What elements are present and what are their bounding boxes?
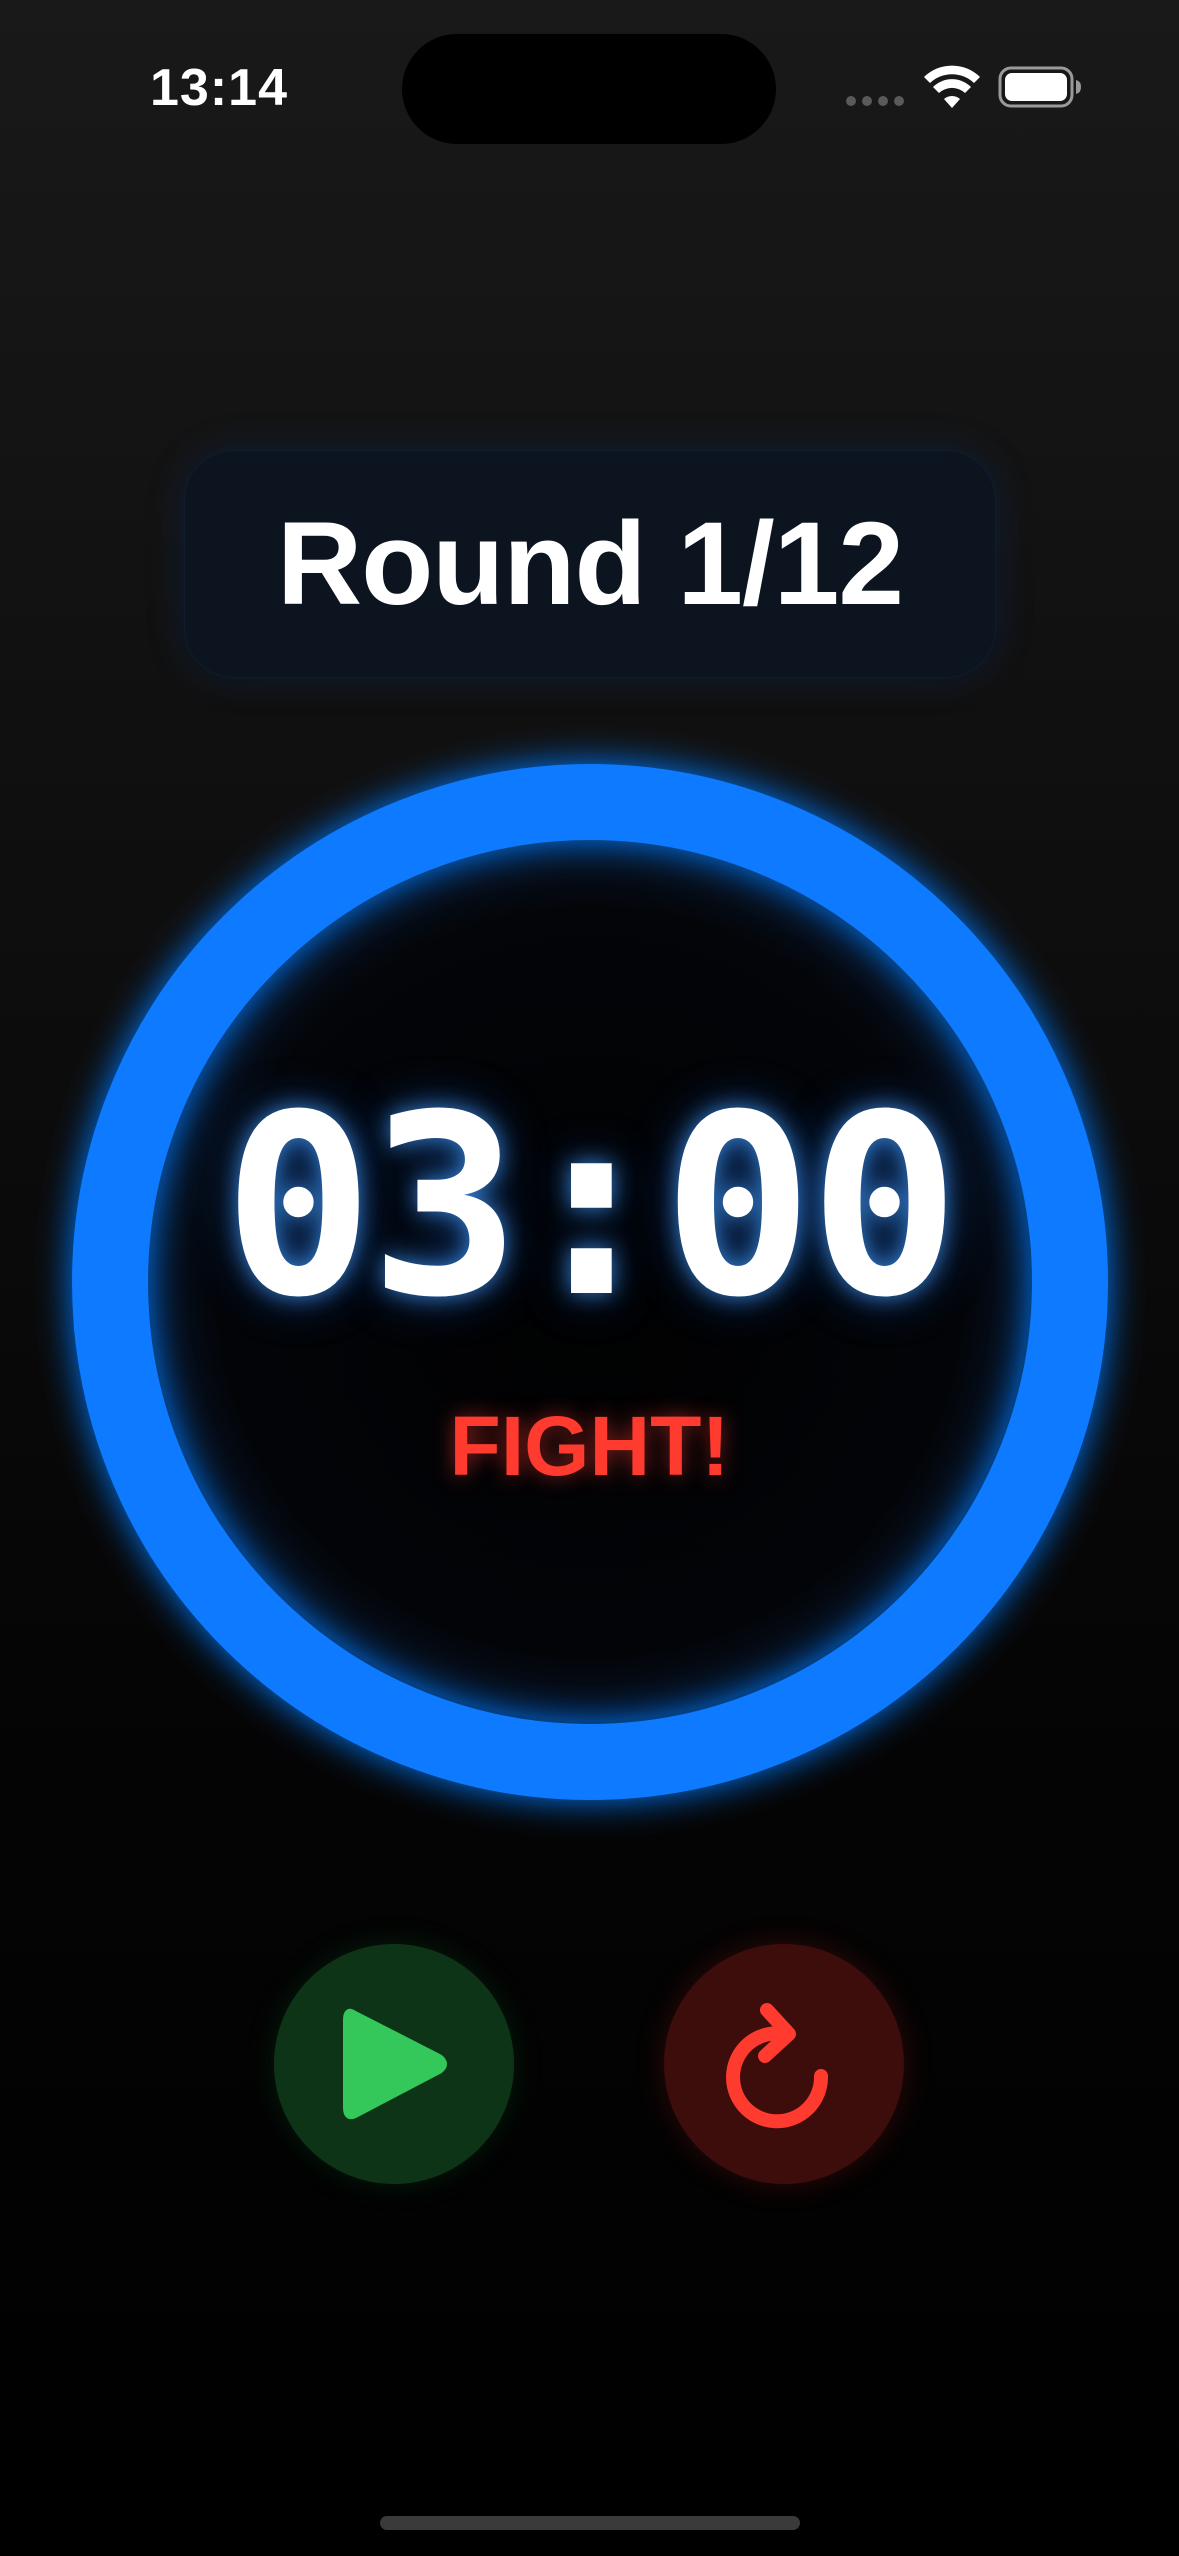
signal-dots-icon — [846, 96, 904, 106]
reset-button[interactable] — [664, 1944, 904, 2184]
play-icon — [343, 2008, 447, 2120]
wifi-icon — [924, 65, 980, 108]
dynamic-island — [402, 34, 776, 144]
status-bar: 13:14 — [0, 0, 1179, 170]
home-indicator — [380, 2516, 800, 2530]
status-time: 13:14 — [150, 59, 288, 117]
round-badge: Round 1/12 — [184, 450, 996, 678]
play-button[interactable] — [274, 1944, 514, 2184]
reset-icon — [726, 2003, 829, 2129]
round-label: Round 1/12 — [277, 498, 904, 630]
battery-icon — [998, 66, 1081, 108]
phase-label: FIGHT! — [449, 1399, 730, 1493]
timer-display: 03:00 — [223, 1061, 960, 1352]
